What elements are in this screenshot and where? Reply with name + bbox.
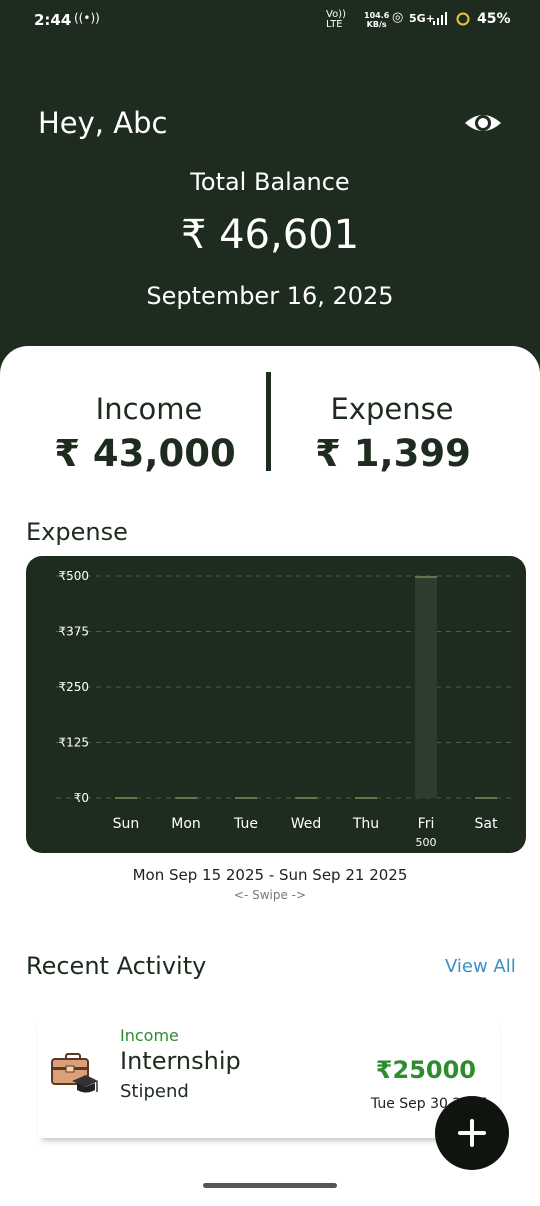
transaction-type: Income [120, 1026, 179, 1045]
expense-bar-chart[interactable]: ₹0 ₹125 ₹250 ₹375 ₹500 Sun Mon Tue Wed Thu Fri 500 S… [26, 556, 526, 853]
status-bar: 2:44 ((•)) Vo)) LTE 104.6 KB/s ◎ 5G+ 45% [0, 0, 540, 40]
current-date: September 16, 2025 [146, 282, 394, 310]
expense-amount: ₹ 1,399 [315, 432, 471, 475]
chart-y-tick-label: ₹0 [74, 791, 89, 805]
chart-x-tick-label: Wed [291, 816, 322, 832]
status-time: 2:44 [34, 11, 72, 29]
chart-x-tick-label: Mon [171, 816, 201, 832]
chart-bar [475, 797, 497, 799]
expense-section-title: Expense [26, 518, 128, 546]
chart-y-tick-label: ₹500 [58, 569, 89, 583]
chart-bar [235, 797, 257, 799]
cast-icon: ((•)) [74, 11, 100, 25]
transaction-title: Internship [120, 1047, 241, 1075]
chart-x-tick-label: Sat [475, 816, 498, 832]
view-all-link[interactable]: View All [445, 956, 516, 977]
battery-ring-icon [456, 12, 470, 26]
transaction-amount: ₹25000 [375, 1056, 476, 1084]
chart-bar-cap [415, 576, 437, 578]
chart-y-tick-label: ₹375 [58, 625, 89, 639]
transaction-card[interactable]: Income Internship Stipend ₹25000 Tue Sep… [38, 1012, 500, 1138]
eye-icon[interactable] [464, 106, 502, 140]
briefcase-graduation-icon [51, 1053, 98, 1093]
network-bottom: LTE [326, 19, 343, 30]
network-speed: 104.6 KB/s [364, 11, 389, 29]
chart-bar [175, 797, 197, 799]
chart-y-tick-label: ₹125 [58, 736, 89, 750]
chart-canvas: ₹0 ₹125 ₹250 ₹375 ₹500 Sun Mon Tue Wed Thu Fri 500 S… [56, 569, 516, 849]
signal-bars-icon [433, 12, 447, 25]
speed-bottom: KB/s [366, 20, 387, 29]
chart-y-tick-label: ₹250 [58, 680, 89, 694]
transaction-subtitle: Stipend [120, 1081, 189, 1102]
recent-activity-title: Recent Activity [26, 952, 207, 980]
greeting: Hey, Abc [38, 106, 168, 140]
hotspot-icon: ◎ [392, 10, 404, 25]
speed-top: 104.6 [364, 11, 390, 20]
plus-icon [458, 1119, 486, 1147]
add-transaction-button[interactable] [435, 1096, 509, 1170]
chart-x-tick-label: Thu [352, 816, 379, 832]
swipe-hint: <- Swipe -> [233, 888, 307, 902]
total-balance-label: Total Balance [190, 168, 350, 196]
battery-percent: 45% [477, 11, 511, 27]
chart-bar [355, 797, 377, 799]
week-range: Mon Sep 15 2025 - Sun Sep 21 2025 [132, 866, 408, 884]
home-indicator[interactable] [203, 1183, 337, 1188]
chart-bar [415, 576, 437, 798]
income-label: Income [95, 392, 203, 426]
chart-bar [115, 797, 137, 799]
chart-x-tick-label: Fri [418, 816, 435, 832]
chart-x-tick-label: Tue [233, 816, 258, 832]
network-indicator: Vo)) LTE [326, 10, 346, 30]
total-balance-amount: ₹ 46,601 [180, 212, 360, 258]
chart-data-label: 500 [416, 836, 437, 849]
chart-x-tick-label: Sun [113, 816, 140, 832]
chart-bar [295, 797, 317, 799]
income-amount: ₹ 43,000 [54, 432, 236, 475]
network-type: 5G+ [409, 12, 435, 25]
expense-label: Expense [330, 392, 454, 426]
